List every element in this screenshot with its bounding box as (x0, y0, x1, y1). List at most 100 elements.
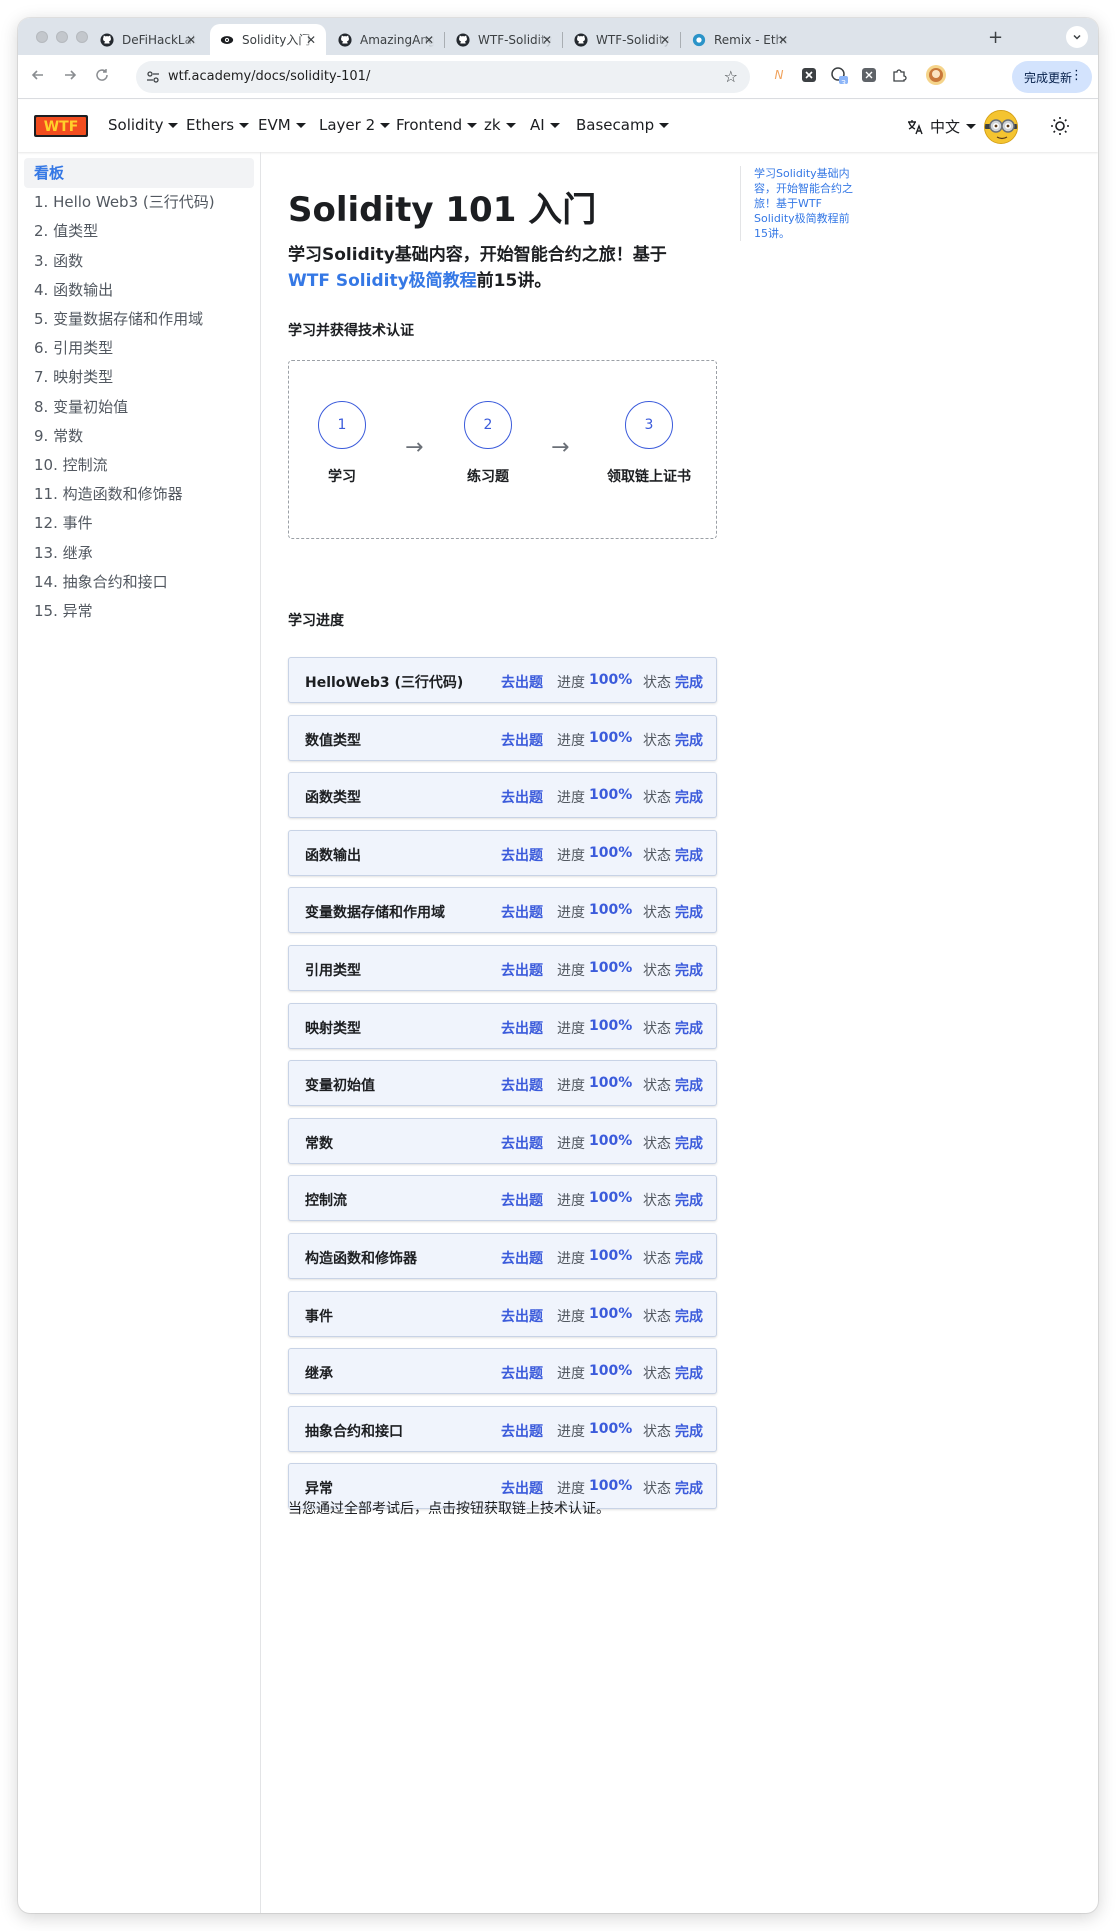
progress-row: HelloWeb3 (三行代码) 去出题 进度 100% 状态 完成 (288, 657, 717, 703)
sidebar-item-lesson[interactable]: 2. 值类型 (24, 216, 254, 246)
quiz-link[interactable]: 去出题 (501, 1248, 543, 1268)
footer-note: 当您通过全部考试后，点击按钮获取链上技术认证。 (288, 1501, 610, 1517)
progress-row: 变量初始值 去出题 进度 100% 状态 完成 (288, 1060, 717, 1107)
progress-row: 事件 去出题 进度 100% 状态 完成 (288, 1290, 717, 1337)
nav-item-solidity[interactable]: Solidity (108, 116, 179, 134)
close-icon[interactable]: ✕ (306, 33, 316, 47)
profile-avatar-icon[interactable] (926, 65, 946, 85)
minimize-window-button[interactable] (56, 31, 68, 43)
nav-item-ai[interactable]: AI (530, 116, 560, 134)
lesson-name: 映射类型 (305, 1020, 361, 1037)
status-label: 状态 (643, 1020, 671, 1037)
quiz-link[interactable]: 去出题 (501, 1133, 543, 1153)
wtf-logo[interactable]: WTF (34, 115, 88, 137)
lesson-name: 变量数据存储和作用域 (305, 905, 445, 922)
quiz-link[interactable]: 去出题 (501, 902, 543, 922)
quiz-link[interactable]: 去出题 (501, 1421, 543, 1441)
forward-button[interactable] (62, 67, 78, 87)
new-tab-button[interactable]: + (988, 27, 1003, 48)
browser-tab[interactable]: Remix - Ethe ✕ (682, 24, 798, 55)
sidebar-item-lesson[interactable]: 15. 异常 (24, 596, 254, 626)
sidebar-item-lesson[interactable]: 12. 事件 (24, 508, 254, 538)
nav-item-frontend[interactable]: Frontend (396, 116, 478, 134)
nav-item-ethers[interactable]: Ethers (186, 116, 250, 134)
tab-search-button[interactable] (1066, 26, 1088, 48)
site-settings-icon[interactable] (145, 69, 161, 89)
close-icon[interactable]: ✕ (186, 33, 196, 47)
status-label: 状态 (643, 847, 671, 864)
caret-down-icon (239, 123, 250, 128)
window-controls (36, 31, 88, 43)
tab-separator (444, 32, 445, 48)
quiz-link[interactable]: 去出题 (501, 730, 543, 750)
browser-tab[interactable]: DeFiHackLabs✕ (90, 24, 206, 55)
step-2-label: 练习题 (467, 469, 509, 485)
quiz-link[interactable]: 去出题 (501, 1306, 543, 1326)
sidebar-item-lesson[interactable]: 8. 变量初始值 (24, 392, 254, 422)
browser-tab[interactable]: WTF-Solidity ✕ (564, 24, 680, 55)
intro-link[interactable]: WTF Solidity极简教程 (288, 271, 477, 291)
quiz-link[interactable]: 去出题 (501, 1018, 543, 1038)
close-icon[interactable]: ✕ (778, 33, 788, 47)
sidebar-item-lesson[interactable]: 7. 映射类型 (24, 362, 254, 392)
quiz-link[interactable]: 去出题 (501, 1075, 543, 1095)
sidebar-item-lesson[interactable]: 4. 函数输出 (24, 275, 254, 305)
browser-tab[interactable]: WTF-Solidity ✕ (446, 24, 562, 55)
quiz-link[interactable]: 去出题 (501, 1363, 543, 1383)
language-label: 中文 (930, 118, 961, 136)
status-label: 状态 (643, 1135, 671, 1152)
language-selector[interactable]: 中文 (906, 116, 977, 137)
kebab-menu-icon[interactable]: ⋮ (1070, 68, 1083, 83)
extension-x-icon[interactable] (860, 66, 878, 84)
sidebar-item-lesson[interactable]: 13. 继承 (24, 538, 254, 568)
sidebar-item-lesson[interactable]: 9. 常数 (24, 421, 254, 451)
sidebar-item-lesson[interactable]: 11. 构造函数和修饰器 (24, 479, 254, 509)
back-button[interactable] (30, 67, 46, 87)
reload-button[interactable] (94, 67, 110, 87)
browser-tab[interactable]: AmazingAng ✕ (328, 24, 444, 55)
nav-item-zk[interactable]: zk (484, 116, 516, 134)
close-icon[interactable]: ✕ (660, 33, 670, 47)
sidebar-item-lesson[interactable]: 3. 函数 (24, 246, 254, 276)
quiz-link[interactable]: 去出题 (501, 960, 543, 980)
progress-row: 常数 去出题 进度 100% 状态 完成 (288, 1117, 717, 1164)
progress-value: 100% (589, 1305, 633, 1322)
step-arrow: → (551, 435, 570, 460)
toc-link[interactable]: 学习Solidity基础内容，开始智能合约之旅！基于WTF Solidity极简… (754, 167, 853, 240)
sidebar-item-lesson[interactable]: 14. 抽象合约和接口 (24, 567, 254, 597)
user-avatar[interactable] (984, 110, 1018, 144)
arrow-left-icon (31, 70, 43, 80)
update-button[interactable]: 完成更新 ⋮ (1012, 61, 1092, 93)
close-icon[interactable]: ✕ (424, 33, 434, 47)
extension-n-icon[interactable]: N (770, 66, 788, 84)
nav-item-layer-2[interactable]: Layer 2 (319, 116, 391, 134)
nav-item-evm[interactable]: EVM (258, 116, 306, 134)
sidebar-item-dashboard[interactable]: 看板 (24, 158, 254, 188)
url-text[interactable]: wtf.academy/docs/solidity-101/ (168, 69, 370, 84)
close-icon[interactable]: ✕ (542, 33, 552, 47)
bookmark-star-icon[interactable]: ☆ (724, 67, 738, 86)
sidebar-item-lesson[interactable]: 10. 控制流 (24, 450, 254, 480)
extension-gear-icon[interactable] (800, 66, 818, 84)
quiz-link[interactable]: 去出题 (501, 1478, 543, 1498)
close-window-button[interactable] (36, 31, 48, 43)
theme-toggle-button[interactable] (1050, 116, 1070, 140)
quiz-link[interactable]: 去出题 (501, 1190, 543, 1210)
quiz-link[interactable]: 去出题 (501, 787, 543, 807)
status-value: 完成 (675, 963, 703, 979)
progress-label: 进度 (557, 1078, 585, 1095)
nav-item-label: Solidity (108, 116, 164, 134)
quiz-link[interactable]: 去出题 (501, 672, 543, 692)
sidebar-item-lesson[interactable]: 6. 引用类型 (24, 333, 254, 363)
address-bar[interactable]: wtf.academy/docs/solidity-101/ ☆ (136, 61, 750, 93)
extensions-puzzle-icon[interactable] (890, 66, 908, 84)
sidebar-item-lesson[interactable]: 1. Hello Web3 (三行代码) (24, 187, 254, 217)
maximize-window-button[interactable] (76, 31, 88, 43)
nav-item-basecamp[interactable]: Basecamp (576, 116, 670, 134)
status-value: 完成 (675, 732, 703, 749)
sidebar-item-lesson[interactable]: 5. 变量数据存储和作用域 (24, 304, 254, 334)
lesson-name: 构造函数和修饰器 (305, 1251, 417, 1267)
quiz-link[interactable]: 去出题 (501, 845, 543, 865)
browser-tab[interactable]: Solidity入门 | ✕ (210, 24, 326, 55)
progress-row: 函数输出 去出题 进度 100% 状态 完成 (288, 829, 717, 876)
